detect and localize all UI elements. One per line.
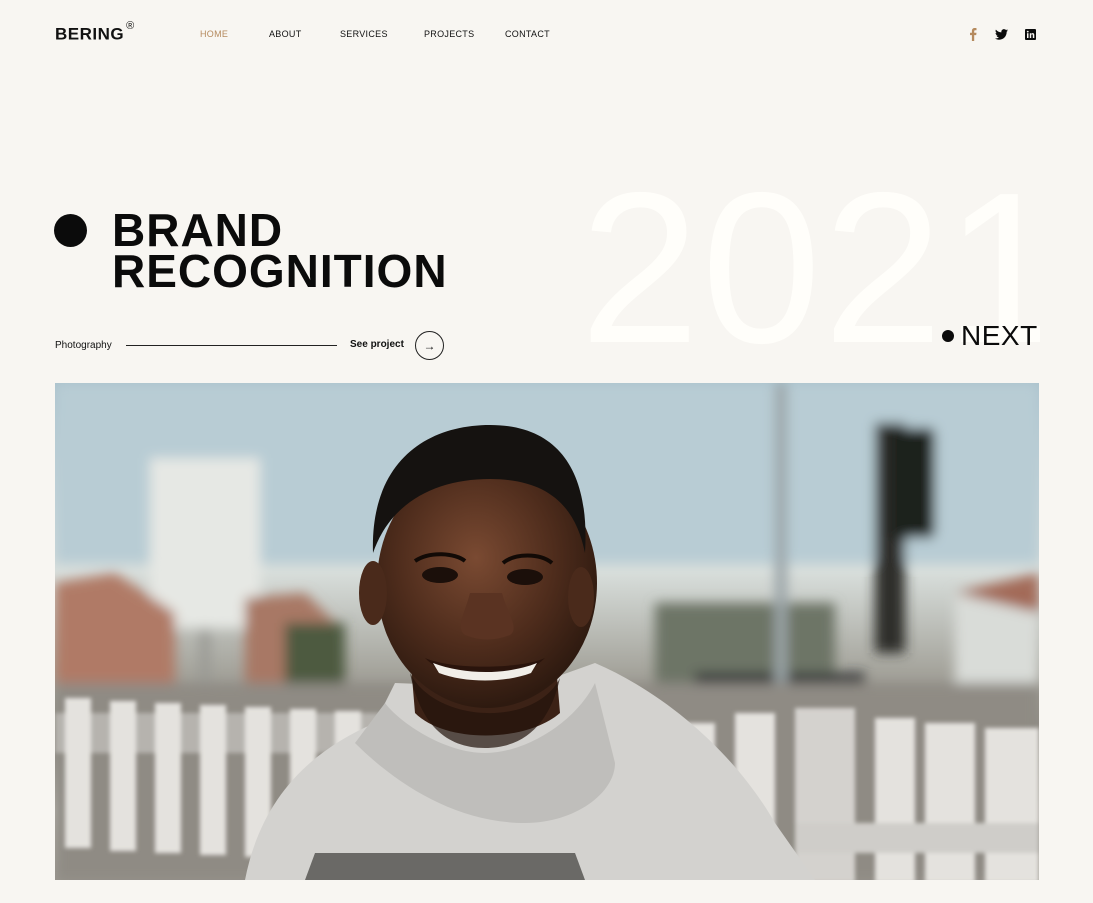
nav-item-projects[interactable]: PROJECTS [424, 29, 505, 39]
linkedin-icon[interactable] [1023, 27, 1038, 41]
hero-photo-illustration [55, 383, 1039, 880]
nav-item-services[interactable]: SERVICES [340, 29, 424, 39]
page: BERING ® HOME ABOUT SERVICES PROJECTS CON… [0, 0, 1093, 903]
project-meta: Photography See project → [55, 331, 455, 360]
registered-mark: ® [126, 20, 135, 32]
arrow-right-icon: → [423, 338, 436, 353]
hero-title: BRAND RECOGNITION [112, 207, 448, 297]
logo-text: BERING [55, 24, 125, 44]
social-links [965, 27, 1038, 41]
logo[interactable]: BERING ® [55, 20, 135, 45]
facebook-icon[interactable] [965, 27, 980, 41]
hero-title-line-2: RECOGNITION [112, 245, 448, 297]
see-project-link[interactable]: See project [350, 339, 404, 350]
top-nav: BERING ® HOME ABOUT SERVICES PROJECTS CON… [55, 20, 1038, 46]
divider-line [126, 345, 337, 346]
next-button[interactable]: NEXT [942, 320, 1038, 352]
project-category: Photography [55, 340, 112, 351]
next-bullet-dot [942, 330, 954, 342]
main-menu: HOME ABOUT SERVICES PROJECTS CONTACT [200, 29, 550, 39]
see-project-arrow-button[interactable]: → [415, 331, 444, 360]
hero-photo [55, 383, 1039, 880]
nav-item-about[interactable]: ABOUT [269, 29, 340, 39]
nav-item-home[interactable]: HOME [200, 29, 269, 39]
title-bullet-dot [54, 214, 87, 247]
twitter-icon[interactable] [994, 27, 1009, 41]
nav-item-contact[interactable]: CONTACT [505, 29, 550, 39]
next-label: NEXT [961, 320, 1038, 351]
